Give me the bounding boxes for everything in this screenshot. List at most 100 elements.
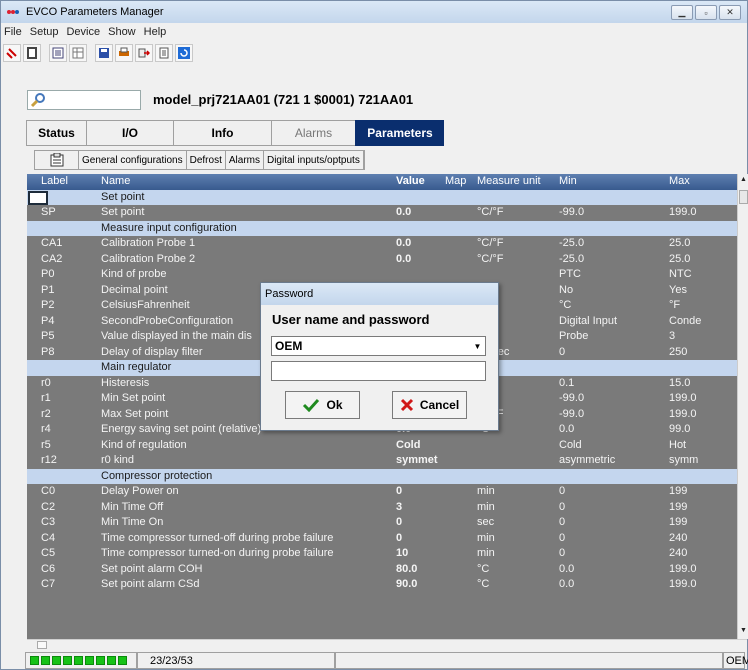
cell-value: 10 [396,547,409,559]
cell-max: 15.0 [669,376,691,389]
cell-max: 199.0 [669,562,697,575]
export-icon[interactable] [135,44,153,62]
tools-icon[interactable] [23,44,41,62]
search-icon[interactable] [27,90,49,110]
menu-device[interactable]: Device [63,26,105,38]
connect-icon[interactable] [3,44,21,62]
cell-max: 250 [669,345,688,358]
chevron-down-icon[interactable]: ▼ [470,337,485,355]
column-header-map[interactable]: Map [441,174,473,190]
column-header-min[interactable]: Min [555,174,665,190]
cell-unit: min [477,531,495,544]
cell-min: No [559,283,574,296]
section-row[interactable]: Measure input configuration [27,220,737,237]
cell-map [441,531,473,547]
scroll-thumb[interactable] [739,190,748,204]
cell-name: r0 kind [101,454,135,466]
column-header-name[interactable]: Name [97,174,392,190]
selected-cell[interactable] [28,190,48,205]
scroll-down-icon[interactable]: ▼ [739,627,748,637]
password-dialog: Password User name and password OEM ▼ Ok… [260,282,499,431]
document-icon[interactable] [155,44,173,62]
menu-file[interactable]: File [1,26,27,38]
cell-value [392,469,441,485]
subtab-defrost[interactable]: Defrost [187,151,226,169]
cell-label [27,221,97,237]
column-header-value[interactable]: Value [392,174,441,190]
column-header-max[interactable]: Max [665,174,737,190]
table-view-icon[interactable] [69,44,87,62]
tab-info[interactable]: Info [173,120,271,146]
tab-status[interactable]: Status [26,120,86,146]
horizontal-scrollbar[interactable] [27,639,747,649]
cell-unit: sec [477,516,495,528]
table-row[interactable]: C3 Min Time On 0 sec 0 199 [27,515,737,531]
cell-value: 0 [396,516,403,528]
menu-setup[interactable]: Setup [27,26,64,38]
menu-show[interactable]: Show [105,26,141,38]
model-title: model_prj721AA01 (721 1 $0001) 721AA01 [153,92,414,107]
menu-help[interactable]: Help [141,26,172,38]
table-row[interactable]: SP Set point 0.0 °C/°F -99.0 199.0 [27,205,737,221]
scroll-up-icon[interactable]: ▲ [739,176,748,186]
minimize-button[interactable]: ▁ [671,5,693,20]
subtab-alarms[interactable]: Alarms [226,151,264,169]
cell-value: symmet [396,454,438,466]
close-button[interactable]: ✕ [719,5,741,20]
cell-map [441,577,473,593]
table-row[interactable]: C7 Set point alarm CSd 90.0 °C 0.0 199.0 [27,577,737,593]
cell-unit: min [477,500,495,513]
table-row[interactable]: CA1 Calibration Probe 1 0.0 °C/°F -25.0 25.0 [27,236,737,252]
cell-map [441,500,473,516]
table-row[interactable]: C0 Delay Power on 0 min 0 199 [27,484,737,500]
cell-max: 199 [669,485,688,497]
table-row[interactable]: CA2 Calibration Probe 2 0.0 °C/°F -25.0 25.0 [27,251,737,268]
vertical-scrollbar[interactable]: ▲ ▼ [737,174,748,639]
tab-parameters[interactable]: Parameters [355,120,444,146]
table-row[interactable]: P0 Kind of probe PTC NTC [27,267,737,283]
table-row[interactable]: C2 Min Time Off 3 min 0 199 [27,499,737,516]
status-bar: 23/23/53 OEM [1,651,748,670]
subtab-digital-inputs-outputs[interactable]: Digital inputs/optputs [264,151,364,169]
cell-max: 199.0 [669,407,697,420]
password-field[interactable] [271,361,486,381]
dialog-heading: User name and password [272,312,430,327]
cell-max: 3 [669,330,676,342]
table-row[interactable]: r5 Kind of regulation Cold Cold Hot [27,437,737,454]
status-message [335,652,723,669]
tab-io[interactable]: I/O [86,120,173,146]
status-user: OEM [723,652,748,669]
cell-label: r2 [41,407,51,420]
cell-unit: °C [477,562,490,575]
cell-name: Kind of probe [101,268,167,280]
refresh-icon[interactable] [175,44,193,62]
cancel-button[interactable]: Cancel [392,391,467,419]
subtab-general-configurations[interactable]: General configurations [79,151,187,169]
cell-min: 0.0 [559,423,575,435]
column-header-measure-unit[interactable]: Measure unit [473,174,555,190]
column-header-label[interactable]: Label [27,174,97,190]
table-row[interactable]: C6 Set point alarm COH 80.0 °C 0.0 199.0 [27,561,737,577]
section-row[interactable]: Compressor protection [27,468,737,485]
save-icon[interactable] [95,44,113,62]
cell-min: 0 [559,500,566,513]
table-row[interactable]: C4 Time compressor turned-off during prob… [27,530,737,547]
cell-map [441,236,473,252]
group-view-icon[interactable] [35,151,79,169]
horizontal-scroll-thumb[interactable] [37,641,47,649]
user-name-select[interactable]: OEM ▼ [271,336,486,356]
table-row[interactable]: r12 r0 kind symmet asymmetric symm [27,453,737,469]
evco-logo-icon [7,8,21,16]
ok-button[interactable]: Ok [285,391,360,419]
list-view-icon[interactable] [49,44,67,62]
table-row[interactable]: C5 Time compressor turned-on during probe… [27,546,737,562]
print-icon[interactable] [115,44,133,62]
section-row[interactable]: Set point [27,189,737,205]
tab-alarms[interactable]: Alarms [271,120,355,146]
maximize-button[interactable]: ▫ [695,5,717,20]
cell-map [441,252,473,268]
cell-name: Time compressor turned-on during probe f… [101,547,334,559]
cell-map [441,484,473,500]
cell-label: r12 [41,454,57,466]
cell-unit [473,438,555,454]
